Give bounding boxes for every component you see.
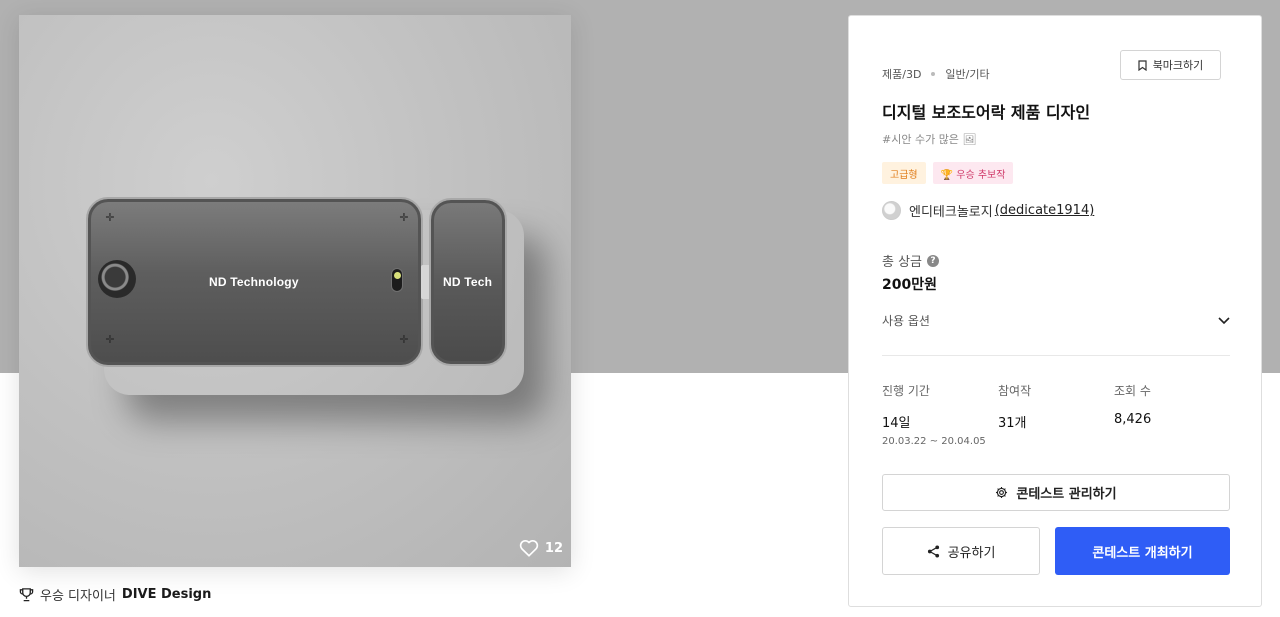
divider [882, 355, 1230, 356]
like-count: 12 [544, 540, 563, 556]
subcategory-label[interactable]: 일반/기타 [945, 66, 989, 82]
stat-duration: 진행 기간 14일 20.03.22 ~ 20.04.05 [882, 382, 986, 447]
screw-icon: ✛ [105, 333, 115, 346]
product-label-main: ND Technology [209, 275, 299, 289]
manage-contest-label: 콘테스트 관리하기 [1016, 487, 1117, 502]
separator-dot [931, 72, 936, 76]
duration-range: 20.03.22 ~ 20.04.05 [882, 436, 986, 447]
like-button[interactable]: 12 [519, 539, 563, 557]
trophy-icon [19, 588, 34, 602]
share-button[interactable]: 공유하기 [882, 527, 1040, 575]
screw-icon: ✛ [399, 333, 409, 346]
badge-group: 고급형 🏆 우승 추보작 [882, 162, 1014, 184]
screw-icon: ✛ [105, 211, 115, 224]
participants-value: 31개 [998, 416, 1027, 431]
share-icon [927, 544, 939, 558]
views-label: 조회 수 [1114, 384, 1151, 398]
category-label[interactable]: 제품/3D [882, 66, 921, 82]
bookmark-icon [1138, 59, 1147, 71]
prize-label-text: 총 상금 [882, 255, 923, 270]
product-label-side: ND Tech [443, 275, 493, 289]
usage-options-dropdown[interactable]: 사용 옵션 [882, 312, 1230, 329]
usage-options-label: 사용 옵션 [882, 314, 930, 328]
views-value: 8,426 [1114, 412, 1152, 427]
participants-label: 참여작 [998, 384, 1032, 398]
premium-badge: 고급형 [882, 162, 926, 184]
stat-participants: 참여작 31개 [998, 382, 1031, 431]
lock-switch [391, 268, 403, 292]
host-info[interactable]: 엔디테크놀로지 (dedicate1914) [882, 201, 1094, 220]
designer-name[interactable]: DIVE Design [122, 587, 211, 602]
category-breadcrumb: 제품/3D 일반/기타 [882, 66, 990, 82]
winner-caption: 우승 디자이너 DIVE Design [19, 585, 211, 604]
host-contest-label: 콘테스트 개최하기 [1092, 545, 1193, 561]
stat-views: 조회 수 8,426 [1114, 382, 1151, 427]
door-lock-knob [98, 260, 136, 298]
avatar [882, 201, 901, 220]
screw-icon: ✛ [399, 211, 409, 224]
share-label: 공유하기 [947, 545, 996, 561]
caption-prefix: 우승 디자이너 [40, 589, 116, 604]
product-image[interactable]: ✛ ✛ ✛ ✛ ND Technology ND Tech 12 [19, 15, 571, 567]
host-contest-button[interactable]: 콘테스트 개최하기 [1055, 527, 1230, 575]
help-icon[interactable]: ? [927, 254, 940, 267]
bookmark-button[interactable]: 북마크하기 [1120, 50, 1221, 80]
duration-value: 14일 [882, 416, 911, 431]
gear-icon [996, 486, 1008, 499]
hashtag[interactable]: #시안 수가 많은 🖼 [882, 131, 976, 147]
switch-indicator [394, 272, 401, 279]
prize-value: 200만원 [882, 277, 937, 293]
host-handle[interactable]: (dedicate1914) [995, 203, 1095, 218]
contest-info-panel: 제품/3D 일반/기타 북마크하기 디지털 보조도어락 제품 디자인 #시안 수… [848, 15, 1262, 607]
winner-badge: 🏆 우승 추보작 [932, 162, 1014, 184]
heart-icon [519, 539, 539, 557]
duration-label: 진행 기간 [882, 384, 930, 398]
contest-title: 디지털 보조도어락 제품 디자인 [882, 103, 1091, 122]
host-name: 엔디테크놀로지 [909, 205, 993, 220]
bookmark-label: 북마크하기 [1152, 59, 1204, 72]
manage-contest-button[interactable]: 콘테스트 관리하기 [882, 474, 1230, 511]
chevron-down-icon [1218, 316, 1230, 324]
prize-label: 총 상금 ? [882, 251, 940, 270]
